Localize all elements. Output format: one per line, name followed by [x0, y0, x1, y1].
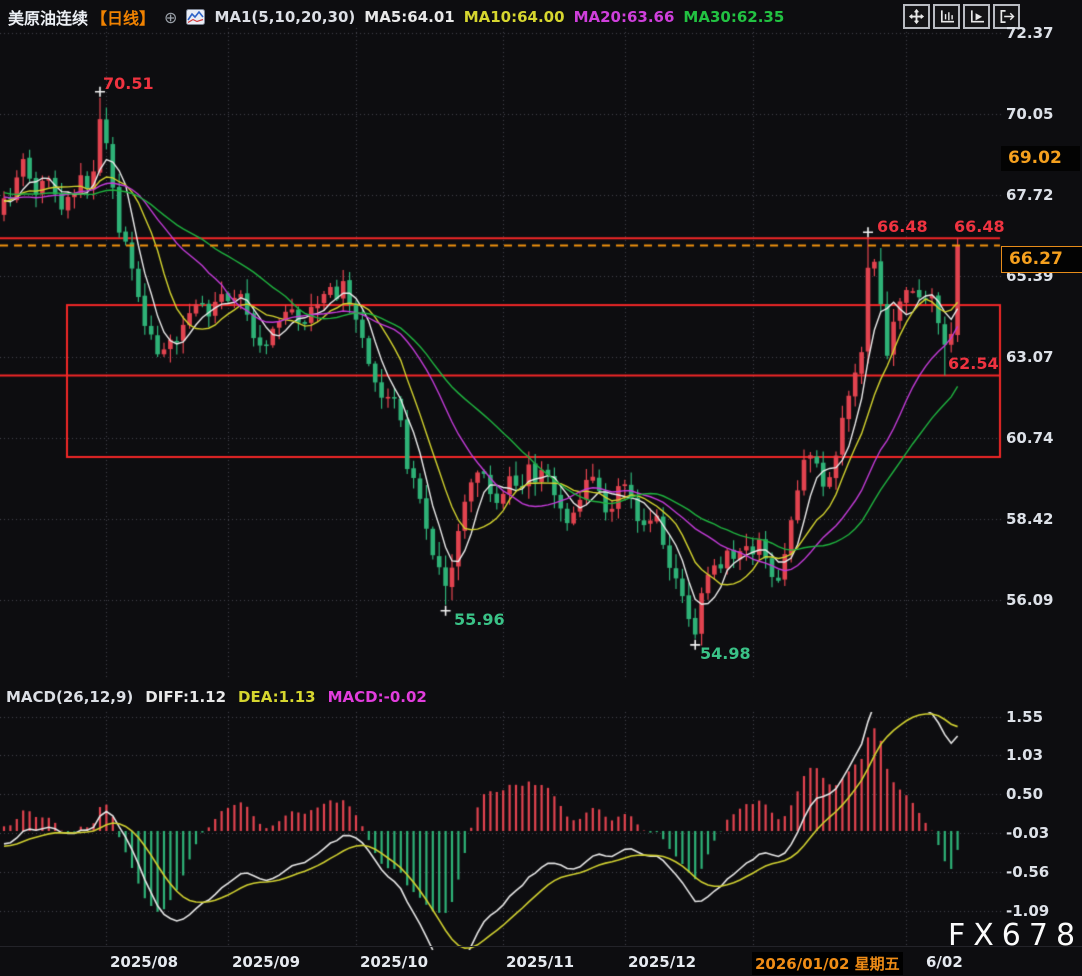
resistance-label-2: 66.48	[954, 217, 1005, 236]
ma-params-label: MA1(5,10,20,30)	[214, 8, 356, 26]
macd-header: MACD(26,12,9) DIFF:1.12 DEA:1.13 MACD:-0…	[6, 688, 427, 706]
price-tick: 63.07	[1006, 348, 1054, 366]
peak-price-label: 70.51	[103, 74, 154, 93]
axis-scale-icon[interactable]	[933, 4, 960, 29]
macd-tick: 1.03	[1006, 746, 1044, 764]
time-label: 2025/10	[360, 953, 429, 971]
price-tick: 56.09	[1006, 591, 1054, 609]
time-label-highlight: 2026/01/02 星期五	[752, 952, 903, 975]
macd-tick: -0.03	[1006, 824, 1050, 842]
chart-canvas[interactable]	[0, 0, 1082, 976]
time-axis-divider	[0, 946, 1082, 947]
circle-plus-icon[interactable]: ⊕	[164, 8, 177, 27]
price-tick: 72.37	[1006, 24, 1054, 42]
price-tick: 60.74	[1006, 429, 1054, 447]
ma30-value: MA30:62.35	[683, 8, 785, 26]
price-tick: 58.42	[1006, 510, 1054, 528]
mini-chart-icon	[186, 9, 206, 25]
ref-price-badge: 69.02	[1001, 146, 1080, 171]
price-tick: 70.05	[1006, 105, 1054, 123]
watermark: FX678	[948, 918, 1082, 953]
trading-chart-window: 美原油连续 【日线】 ⊕ MA1(5,10,20,30) MA5:64.01 M…	[0, 0, 1082, 976]
time-label: 2025/09	[232, 953, 301, 971]
time-label: 2025/11	[506, 953, 575, 971]
time-label: 2025/08	[110, 953, 179, 971]
macd-value: MACD:-0.02	[327, 688, 427, 706]
time-label-partial: 6/02	[926, 953, 963, 971]
axis-play-icon[interactable]	[963, 4, 990, 29]
price-tick: 67.72	[1006, 186, 1054, 204]
chart-toolbar	[903, 4, 1020, 29]
dec-low-label: 54.98	[700, 644, 751, 663]
ma5-value: MA5:64.01	[364, 8, 455, 26]
macd-tick: 0.50	[1006, 785, 1044, 803]
macd-diff-value: DIFF:1.12	[145, 688, 227, 706]
symbol-title: 美原油连续	[8, 9, 89, 28]
macd-tick: 1.55	[1006, 708, 1044, 726]
macd-params-label: MACD(26,12,9)	[6, 688, 134, 706]
time-label: 2025/12	[628, 953, 697, 971]
ma10-value: MA10:64.00	[463, 8, 565, 26]
last-price-badge: 66.27	[1001, 246, 1082, 273]
support-price-label: 62.54	[948, 354, 999, 373]
oct-low-label: 55.96	[454, 610, 505, 629]
macd-tick: -0.56	[1006, 863, 1050, 881]
move-icon[interactable]	[903, 4, 930, 29]
period-tag[interactable]: 【日线】	[91, 5, 155, 29]
ma20-value: MA20:63.66	[573, 8, 675, 26]
macd-dea-value: DEA:1.13	[238, 688, 316, 706]
resistance-label: 66.48	[877, 217, 928, 236]
chart-header: 美原油连续 【日线】 ⊕ MA1(5,10,20,30) MA5:64.01 M…	[8, 5, 784, 29]
